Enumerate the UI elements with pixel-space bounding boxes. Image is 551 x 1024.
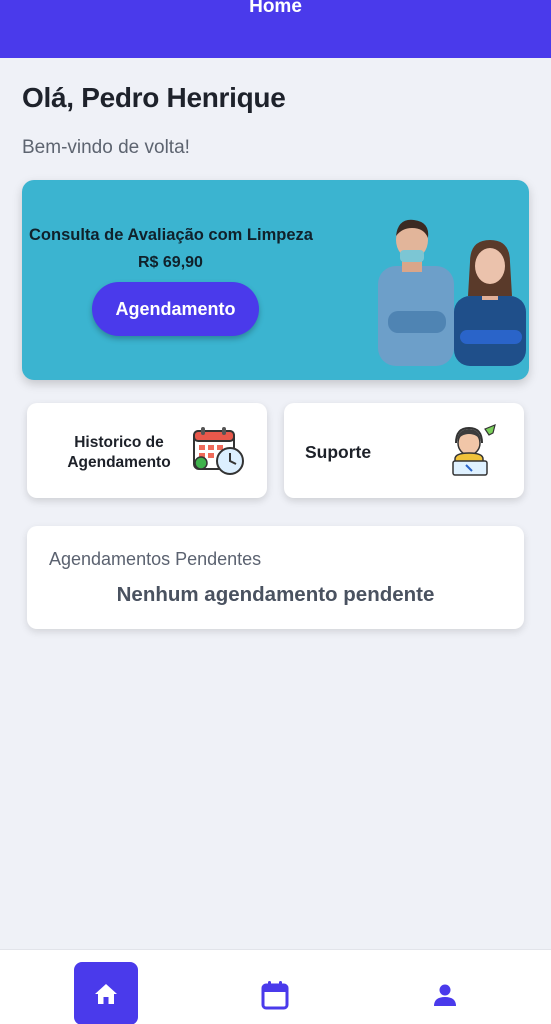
greeting-heading: Olá, Pedro Henrique	[22, 82, 286, 113]
history-label-line2: Agendamento	[67, 454, 171, 471]
nav-calendar-button[interactable]	[255, 975, 295, 1015]
dentists-illustration	[378, 219, 526, 366]
calendar-clock-icon	[193, 427, 244, 475]
welcome-text: Bem-vindo de volta!	[22, 137, 190, 158]
nav-profile-button[interactable]	[425, 975, 465, 1015]
nav-home-button[interactable]	[74, 962, 138, 1024]
promo-price: R$ 69,90	[138, 254, 203, 271]
promo-banner: Consulta de Avaliação com Limpeza R$ 69,…	[22, 180, 529, 380]
user-icon	[434, 984, 456, 1006]
header-title: Home	[249, 0, 302, 17]
support-agent-icon	[452, 424, 496, 476]
pending-empty-message: Nenhum agendamento pendente	[116, 583, 435, 606]
bottom-navigation	[0, 949, 551, 1024]
support-card-label: Suporte	[305, 442, 372, 462]
history-card-label: Historico de Agendamento	[59, 433, 179, 473]
promo-title: Consulta de Avaliação com Limpeza	[29, 226, 313, 244]
home-icon	[95, 983, 117, 1004]
schedule-button[interactable]: Agendamento	[92, 282, 259, 336]
pending-title: Agendamentos Pendentes	[49, 549, 262, 569]
history-label-line1: Historico de	[74, 434, 164, 451]
app-header: Home	[0, 0, 551, 58]
calendar-icon	[261, 981, 289, 1010]
support-card[interactable]: Suporte	[284, 403, 524, 498]
history-card[interactable]: Historico de Agendamento	[27, 403, 267, 498]
pending-appointments-panel: Agendamentos Pendentes Nenhum agendament…	[27, 526, 524, 629]
